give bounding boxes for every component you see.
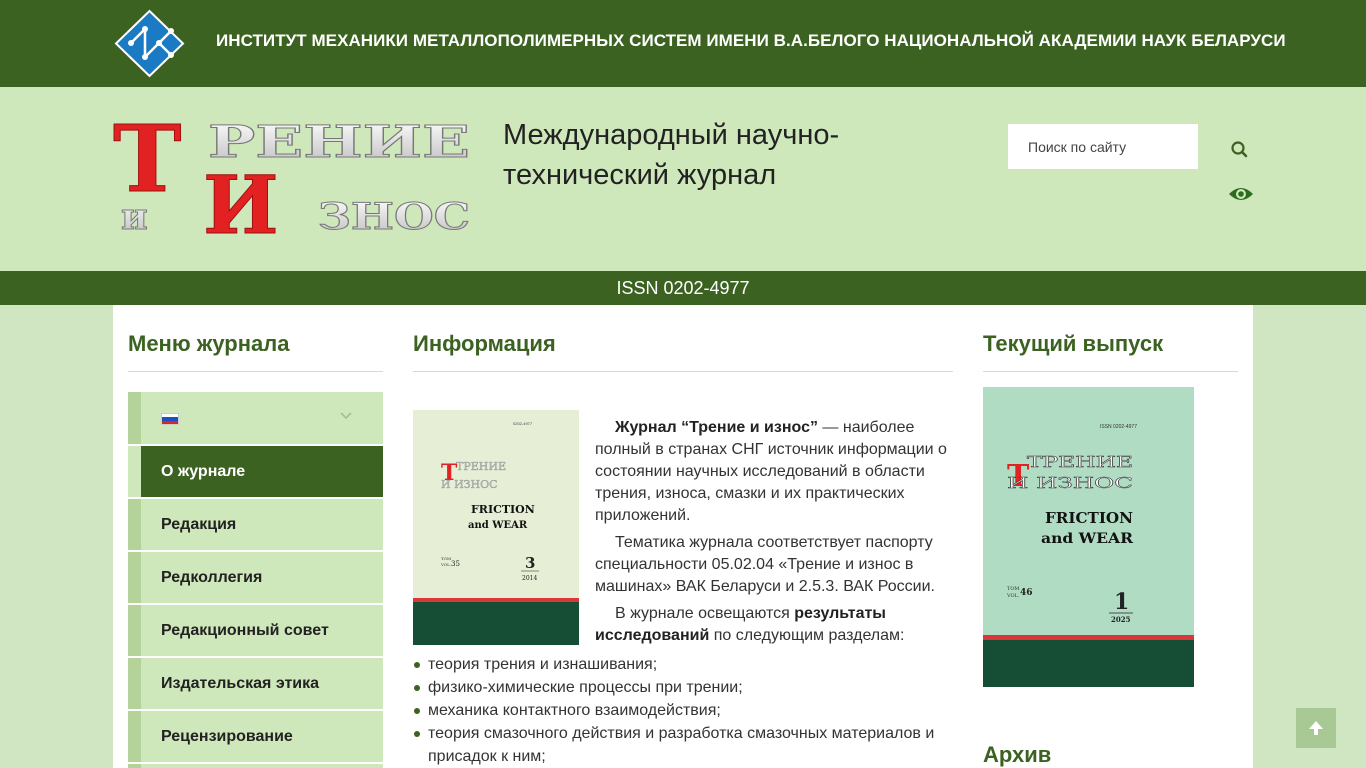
eye-icon[interactable] xyxy=(1228,184,1254,204)
topics-list: теория трения и изнашивания; физико-хими… xyxy=(413,653,953,768)
language-selector[interactable] xyxy=(128,392,383,444)
cover-title-ru-1: ТРЕНИЕ xyxy=(456,460,506,473)
logo-word-i: и xyxy=(121,196,148,237)
institute-title[interactable]: ИНСТИТУТ МЕХАНИКИ МЕТАЛЛОПОЛИМЕРНЫХ СИСТ… xyxy=(216,31,1286,51)
cover-title-en-2: and WEAR xyxy=(468,520,528,531)
about-paragraph-3: В журнале освещаются результаты исследов… xyxy=(595,605,905,644)
menu-item-editorial-board[interactable]: Редколлегия xyxy=(128,552,383,603)
arrow-up-icon xyxy=(1309,721,1323,735)
cover-vol-label-1: TOM xyxy=(1007,586,1020,592)
logo-word-znos: ЗНОС xyxy=(318,196,470,237)
current-issue-heading: Текущий выпуск xyxy=(983,331,1164,356)
about-paragraph-1: Журнал “Трение и износ” — наиболее полны… xyxy=(595,419,947,524)
institute-logo[interactable] xyxy=(113,9,186,78)
back-to-top-button[interactable] xyxy=(1296,708,1336,748)
menu-item-peer-review[interactable]: Рецензирование xyxy=(128,711,383,762)
menu-item-about[interactable]: О журнале xyxy=(128,446,383,497)
search-input[interactable] xyxy=(1008,124,1198,169)
cover-year: 2025 xyxy=(1111,615,1131,624)
about-paragraph-2: Тематика журнала соответствует паспорту … xyxy=(595,534,935,595)
cover-title-en-1: FRICTION xyxy=(471,503,535,516)
journal-subtitle: Международный научно-технический журнал xyxy=(503,119,840,191)
content-area: Меню журнала О журнале Редакция Редколле… xyxy=(113,305,1253,768)
journal-menu: О журнале Редакция Редколлегия Редакцион… xyxy=(128,392,383,768)
main-heading: Информация xyxy=(413,331,556,356)
cover-title-en-1: FRICTION xyxy=(1045,509,1133,527)
menu-item-publishing-ethics[interactable]: Издательская этика xyxy=(128,658,383,709)
cover-title-en-2: and WEAR xyxy=(1041,531,1133,547)
menu-item-editorial-council[interactable]: Редакционный совет xyxy=(128,605,383,656)
list-item: теория трения и изнашивания; xyxy=(413,653,953,676)
cover-issn: ISSN 0202-4977 xyxy=(1100,424,1137,430)
flag-ru-icon xyxy=(161,413,179,425)
journal-cover-2014: 0202-4977 Т ТРЕНИЕ И ИЗНОС FRICTION and … xyxy=(413,410,579,645)
search-icon[interactable] xyxy=(1229,139,1251,161)
cover-number: 3 xyxy=(525,554,535,572)
main-divider xyxy=(413,371,953,372)
cover-vol-label-1: TOM xyxy=(441,556,451,561)
cover-vol-label-2: VOL. xyxy=(440,562,451,567)
cover-issn: 0202-4977 xyxy=(513,421,533,426)
list-item: физико-химические процессы при трении; xyxy=(413,676,953,699)
cover-title-ru-2: И ИЗНОС xyxy=(1007,474,1133,492)
menu-item-more[interactable] xyxy=(128,764,383,768)
sidebar-divider xyxy=(128,371,383,372)
current-issue-cover[interactable]: ISSN 0202-4977 Т ТРЕНИЕ И ИЗНОС FRICTION… xyxy=(983,387,1194,687)
about-text: Журнал “Трение и износ” — наиболее полны… xyxy=(595,417,955,652)
menu-item-editorial-office[interactable]: Редакция xyxy=(128,499,383,550)
journal-logo[interactable]: Т РЕНИЕ и И ЗНОС xyxy=(113,121,473,237)
cover-number: 1 xyxy=(1114,589,1129,615)
cover-volume: 46 xyxy=(1020,588,1033,598)
list-item: теория смазочного действия и разработка … xyxy=(413,722,953,768)
site-header: Т РЕНИЕ и И ЗНОС Международный научно-те… xyxy=(0,87,1366,271)
chevron-down-icon xyxy=(340,412,352,420)
institute-bar: ИНСТИТУТ МЕХАНИКИ МЕТАЛЛОПОЛИМЕРНЫХ СИСТ… xyxy=(0,0,1366,87)
right-divider xyxy=(983,371,1238,372)
logo-letter-i: И xyxy=(203,158,279,237)
list-item: механика контактного взаимодействия; xyxy=(413,699,953,722)
issn-bar: ISSN 0202-4977 xyxy=(0,271,1366,305)
cover-volume: 35 xyxy=(451,560,460,568)
archive-heading[interactable]: Архив xyxy=(983,742,1051,768)
sidebar-heading: Меню журнала xyxy=(128,331,290,356)
cover-vol-label-2: VOL. xyxy=(1006,593,1020,599)
cover-year: 2014 xyxy=(522,575,537,582)
cover-title-ru-2: И ИЗНОС xyxy=(441,478,498,491)
cover-title-ru-1: ТРЕНИЕ xyxy=(1027,453,1133,471)
